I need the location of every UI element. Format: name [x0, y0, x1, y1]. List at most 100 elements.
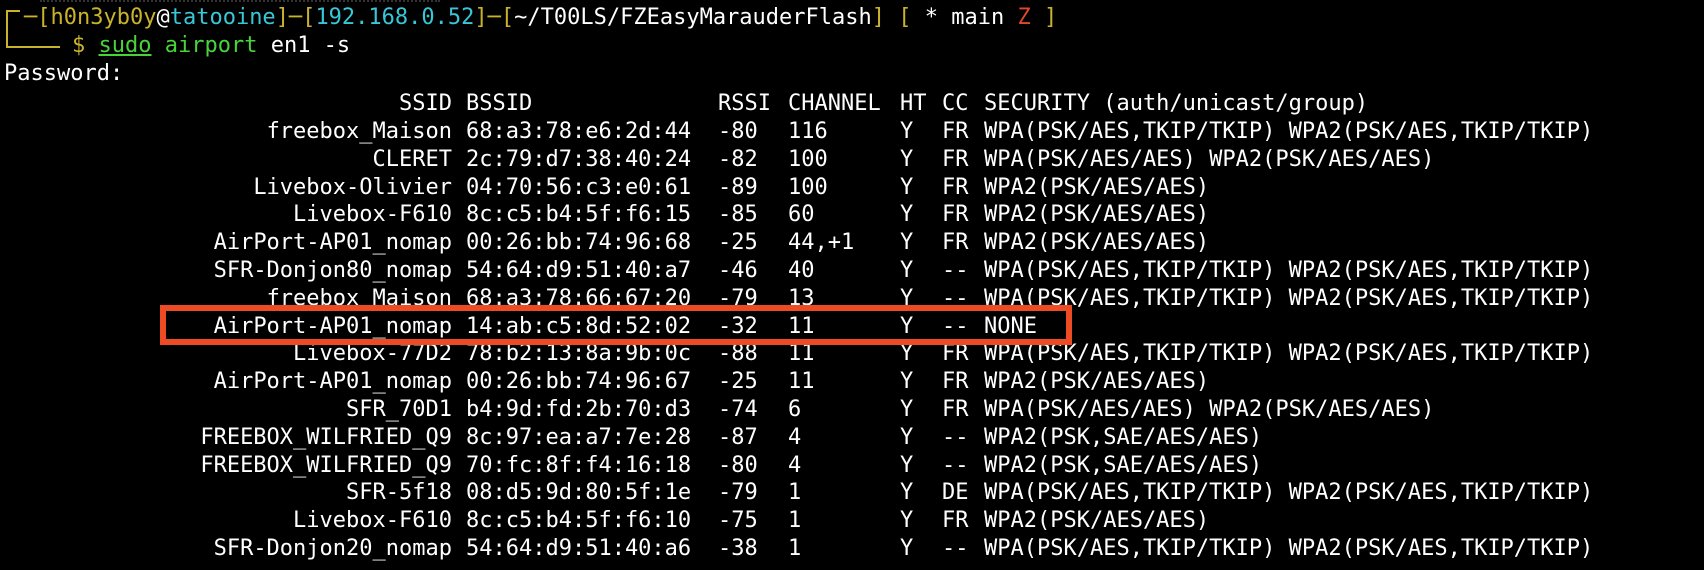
cell-security: WPA2(PSK/AES/AES)	[984, 508, 1210, 534]
header-channel: CHANNEL	[788, 91, 881, 116]
cell-rssi: -25	[718, 369, 758, 395]
cell-ht: Y	[900, 369, 914, 395]
prompt-ip: 192.168.0.52	[315, 5, 475, 30]
table-row: AirPort-AP01_nomap 00:26:bb:74:96:68 -25 44…	[0, 229, 1704, 257]
table-row: Livebox-Olivier 04:70:56:c3:e0:61 -89 100 Y F…	[0, 174, 1704, 202]
cell-bssid: 08:d5:9d:80:5f:1e	[466, 480, 692, 506]
table-row: SFR-Donjon20_nomap 54:64:d9:51:40:a6 -38 1 Y…	[0, 535, 1704, 563]
cell-bssid: 70:fc:8f:f4:16:18	[466, 452, 692, 478]
cell-security: WPA2(PSK/AES/AES)	[984, 230, 1210, 256]
cell-bssid: 8c:c5:b4:5f:f6:15	[466, 202, 692, 228]
cell-channel: 100	[788, 174, 828, 200]
header-cc: CC	[942, 91, 969, 116]
cell-ssid: Livebox-F610	[293, 202, 452, 228]
highlight-box-open-network	[160, 305, 1072, 345]
cell-channel: 1	[788, 508, 802, 534]
git-star: *	[924, 5, 939, 30]
table-row: SFR_70D1 b4:9d:fd:2b:70:d3 -74 6 Y FR WPA(PSK/…	[0, 396, 1704, 424]
cell-channel: 1	[788, 536, 802, 561]
cell-ht: Y	[900, 202, 914, 228]
cell-security: WPA2(PSK,SAE/AES/AES)	[984, 452, 1263, 478]
table-header-row: SSID BSSID RSSI CHANNEL HT CC SECURITY (…	[0, 90, 1704, 118]
cell-rssi: -38	[718, 536, 758, 561]
git-branch: main	[951, 5, 1005, 30]
cell-rssi: -89	[718, 174, 758, 200]
cell-cc: FR	[942, 230, 969, 256]
cell-security: WPA(PSK/AES/AES) WPA2(PSK/AES/AES)	[984, 146, 1435, 172]
prompt-corner-glyph	[6, 10, 20, 48]
cell-bssid: b4:9d:fd:2b:70:d3	[466, 397, 692, 422]
cell-ht: Y	[900, 119, 914, 144]
cell-channel: 1	[788, 480, 802, 506]
cell-ssid: AirPort-AP01_nomap	[213, 369, 452, 395]
table-row: CLERET 2c:79:d7:38:40:24 -82 100 Y FR WPA(PSK/…	[0, 146, 1704, 174]
cell-security: WPA(PSK/AES,TKIP/TKIP) WPA2(PSK/AES,TKIP…	[984, 480, 1594, 506]
cell-channel: 44,+1	[788, 230, 855, 256]
cell-ssid: AirPort-AP01_nomap	[213, 230, 452, 256]
cell-channel: 60	[788, 202, 815, 228]
cell-security: WPA(PSK/AES,TKIP/TKIP) WPA2(PSK/AES,TKIP…	[984, 258, 1594, 283]
cell-rssi: -82	[718, 146, 758, 172]
cell-cc: FR	[942, 119, 969, 144]
table-row: AirPort-AP01_nomap 00:26:bb:74:96:67 -25 11…	[0, 368, 1704, 396]
command-line: $ sudo airport en1 -s	[72, 32, 350, 60]
cell-ht: Y	[900, 174, 914, 200]
prompt-at: @	[156, 5, 170, 30]
terminal-window[interactable]: ─[h0n3yb0y@tatooine]─[192.168.0.52]─[~/T…	[0, 0, 1704, 570]
cell-channel: 100	[788, 146, 828, 172]
cell-ssid: freebox_Maison	[266, 119, 452, 144]
cell-cc: --	[942, 424, 969, 450]
cell-ssid: SFR_70D1	[346, 397, 452, 422]
header-rssi: RSSI	[718, 91, 771, 116]
cell-security: WPA2(PSK/AES/AES)	[984, 202, 1210, 228]
prompt-dash-glyph	[20, 46, 60, 48]
cell-security: WPA2(PSK,SAE/AES/AES)	[984, 424, 1263, 450]
cell-bssid: 8c:c5:b4:5f:f6:10	[466, 508, 692, 534]
cell-cc: FR	[942, 508, 969, 534]
table-row: SFR-Donjon80_nomap 54:64:d9:51:40:a7 -46 40…	[0, 257, 1704, 285]
git-dirty-flag: Z	[1017, 5, 1031, 30]
cell-rssi: -75	[718, 508, 758, 534]
cell-bssid: 54:64:d9:51:40:a6	[466, 536, 692, 561]
table-row: freebox_Maison 68:a3:78:e6:2d:44 -80 116 Y FR…	[0, 118, 1704, 146]
cell-ht: Y	[900, 397, 914, 422]
command-args: en1 -s	[270, 33, 351, 58]
cell-rssi: -80	[718, 119, 758, 144]
table-row: Livebox-F610 8c:c5:b4:5f:f6:10 -75 1 Y FR WPA2…	[0, 507, 1704, 535]
cell-cc: FR	[942, 369, 969, 395]
cell-ssid: Livebox-F610	[293, 508, 452, 534]
cell-cc: FR	[942, 202, 969, 228]
cell-bssid: 8c:97:ea:a7:7e:28	[466, 424, 692, 450]
cell-channel: 4	[788, 424, 802, 450]
cell-cc: --	[942, 452, 969, 478]
cell-security: WPA(PSK/AES/AES) WPA2(PSK/AES/AES)	[984, 397, 1435, 422]
cell-security: WPA(PSK/AES,TKIP/TKIP) WPA2(PSK/AES,TKIP…	[984, 285, 1594, 311]
cell-bssid: 00:26:bb:74:96:68	[466, 230, 692, 256]
command-sudo: sudo	[98, 33, 152, 58]
cell-channel: 11	[788, 369, 815, 395]
cell-bssid: 68:a3:78:e6:2d:44	[466, 119, 692, 144]
table-row: FREEBOX_WILFRIED_Q9 8c:97:ea:a7:7e:28 -87 4…	[0, 424, 1704, 452]
cell-ssid: FREEBOX_WILFRIED_Q9	[200, 424, 452, 450]
cell-rssi: -46	[718, 258, 758, 283]
cell-rssi: -79	[718, 480, 758, 506]
prompt-symbol: $	[72, 33, 86, 58]
cell-channel: 40	[788, 258, 815, 283]
cell-security: WPA(PSK/AES,TKIP/TKIP) WPA2(PSK/AES,TKIP…	[984, 119, 1594, 144]
password-prompt: Password:	[4, 61, 124, 86]
cell-ht: Y	[900, 508, 914, 534]
cell-ht: Y	[900, 536, 914, 561]
cell-channel: 6	[788, 397, 802, 422]
header-ht: HT	[900, 91, 927, 116]
cell-channel: 116	[788, 119, 828, 144]
header-security: SECURITY (auth/unicast/group)	[984, 91, 1369, 116]
prompt-path: ~/T00LS/FZEasyMarauderFlash	[514, 5, 872, 30]
cell-bssid: 2c:79:d7:38:40:24	[466, 146, 692, 172]
table-row: SFR-5f18 08:d5:9d:80:5f:1e -79 1 Y DE WPA(PSK/…	[0, 479, 1704, 507]
cell-rssi: -74	[718, 397, 758, 422]
cell-security: WPA(PSK/AES,TKIP/TKIP) WPA2(PSK/AES,TKIP…	[984, 341, 1594, 367]
cell-security: WPA2(PSK/AES/AES)	[984, 369, 1210, 395]
cell-cc: FR	[942, 397, 969, 422]
cell-rssi: -87	[718, 424, 758, 450]
cell-cc: --	[942, 258, 969, 283]
